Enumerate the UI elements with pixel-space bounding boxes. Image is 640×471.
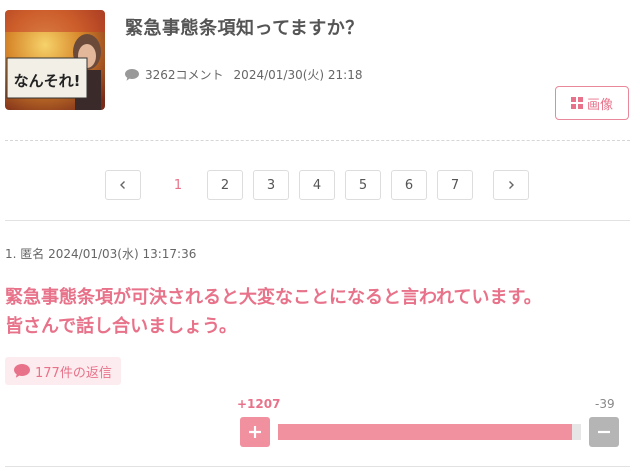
divider bbox=[5, 220, 630, 221]
page-1[interactable]: 1 bbox=[160, 170, 196, 200]
reply-count-button[interactable]: 177件の返信 bbox=[5, 357, 121, 385]
vote-ratio-bar bbox=[278, 424, 581, 440]
thumbnail-image: なんそれ! bbox=[5, 10, 105, 110]
post-body-line: 皆さんで話し合いましょう。 bbox=[5, 316, 238, 337]
page-3[interactable]: 3 bbox=[253, 170, 289, 200]
thread-title[interactable]: 緊急事態条項知ってますか？ bbox=[125, 14, 364, 40]
page-6[interactable]: 6 bbox=[391, 170, 427, 200]
thread-meta: 3262コメント 2024/01/30(火) 21:18 bbox=[125, 66, 362, 83]
pagination: 1 2 3 4 5 6 7 bbox=[0, 170, 640, 200]
page-prev-button[interactable] bbox=[105, 170, 141, 200]
page-next-button[interactable] bbox=[493, 170, 529, 200]
minus-vote-count: -39 bbox=[595, 397, 615, 411]
dashed-divider bbox=[5, 140, 630, 141]
thumbnail-sign-text: なんそれ! bbox=[14, 72, 81, 90]
minus-vote-button[interactable] bbox=[589, 417, 619, 447]
page-4[interactable]: 4 bbox=[299, 170, 335, 200]
post-author: 匿名 bbox=[20, 247, 45, 261]
page-7[interactable]: 7 bbox=[437, 170, 473, 200]
divider bbox=[5, 466, 630, 467]
vote-ratio-fill bbox=[278, 424, 572, 440]
grid-icon bbox=[570, 97, 583, 109]
image-button[interactable]: 画像 bbox=[555, 86, 629, 120]
image-button-label: 画像 bbox=[586, 97, 613, 113]
plus-icon bbox=[249, 426, 261, 438]
thread-header: なんそれ! 緊急事態条項知ってますか？ 3262コメント 2024/01/30(… bbox=[0, 0, 640, 140]
post-timestamp: 2024/01/03(水) 13:17:36 bbox=[48, 247, 197, 261]
post-meta: 1. 匿名 2024/01/03(水) 13:17:36 bbox=[5, 245, 196, 262]
post-body-line: 緊急事態条項が可決されると大変なことになると言われています。 bbox=[5, 287, 542, 308]
post-body: 緊急事態条項が可決されると大変なことになると言われています。 皆さんで話し合いま… bbox=[5, 283, 630, 341]
speech-bubble-icon bbox=[14, 364, 30, 378]
chevron-left-icon bbox=[120, 181, 125, 189]
minus-icon bbox=[598, 430, 610, 434]
reply-count-label: 177件の返信 bbox=[35, 365, 112, 381]
post-number[interactable]: 1. bbox=[5, 247, 16, 261]
comment-count: 3262コメント bbox=[145, 68, 224, 82]
page-5[interactable]: 5 bbox=[345, 170, 381, 200]
plus-vote-button[interactable] bbox=[240, 417, 270, 447]
thread-thumbnail[interactable]: なんそれ! bbox=[5, 10, 105, 110]
thread-date: 2024/01/30(火) 21:18 bbox=[233, 68, 363, 82]
comment-icon bbox=[125, 68, 139, 81]
plus-vote-count: +1207 bbox=[237, 397, 281, 411]
chevron-right-icon bbox=[509, 181, 514, 189]
page-2[interactable]: 2 bbox=[207, 170, 243, 200]
